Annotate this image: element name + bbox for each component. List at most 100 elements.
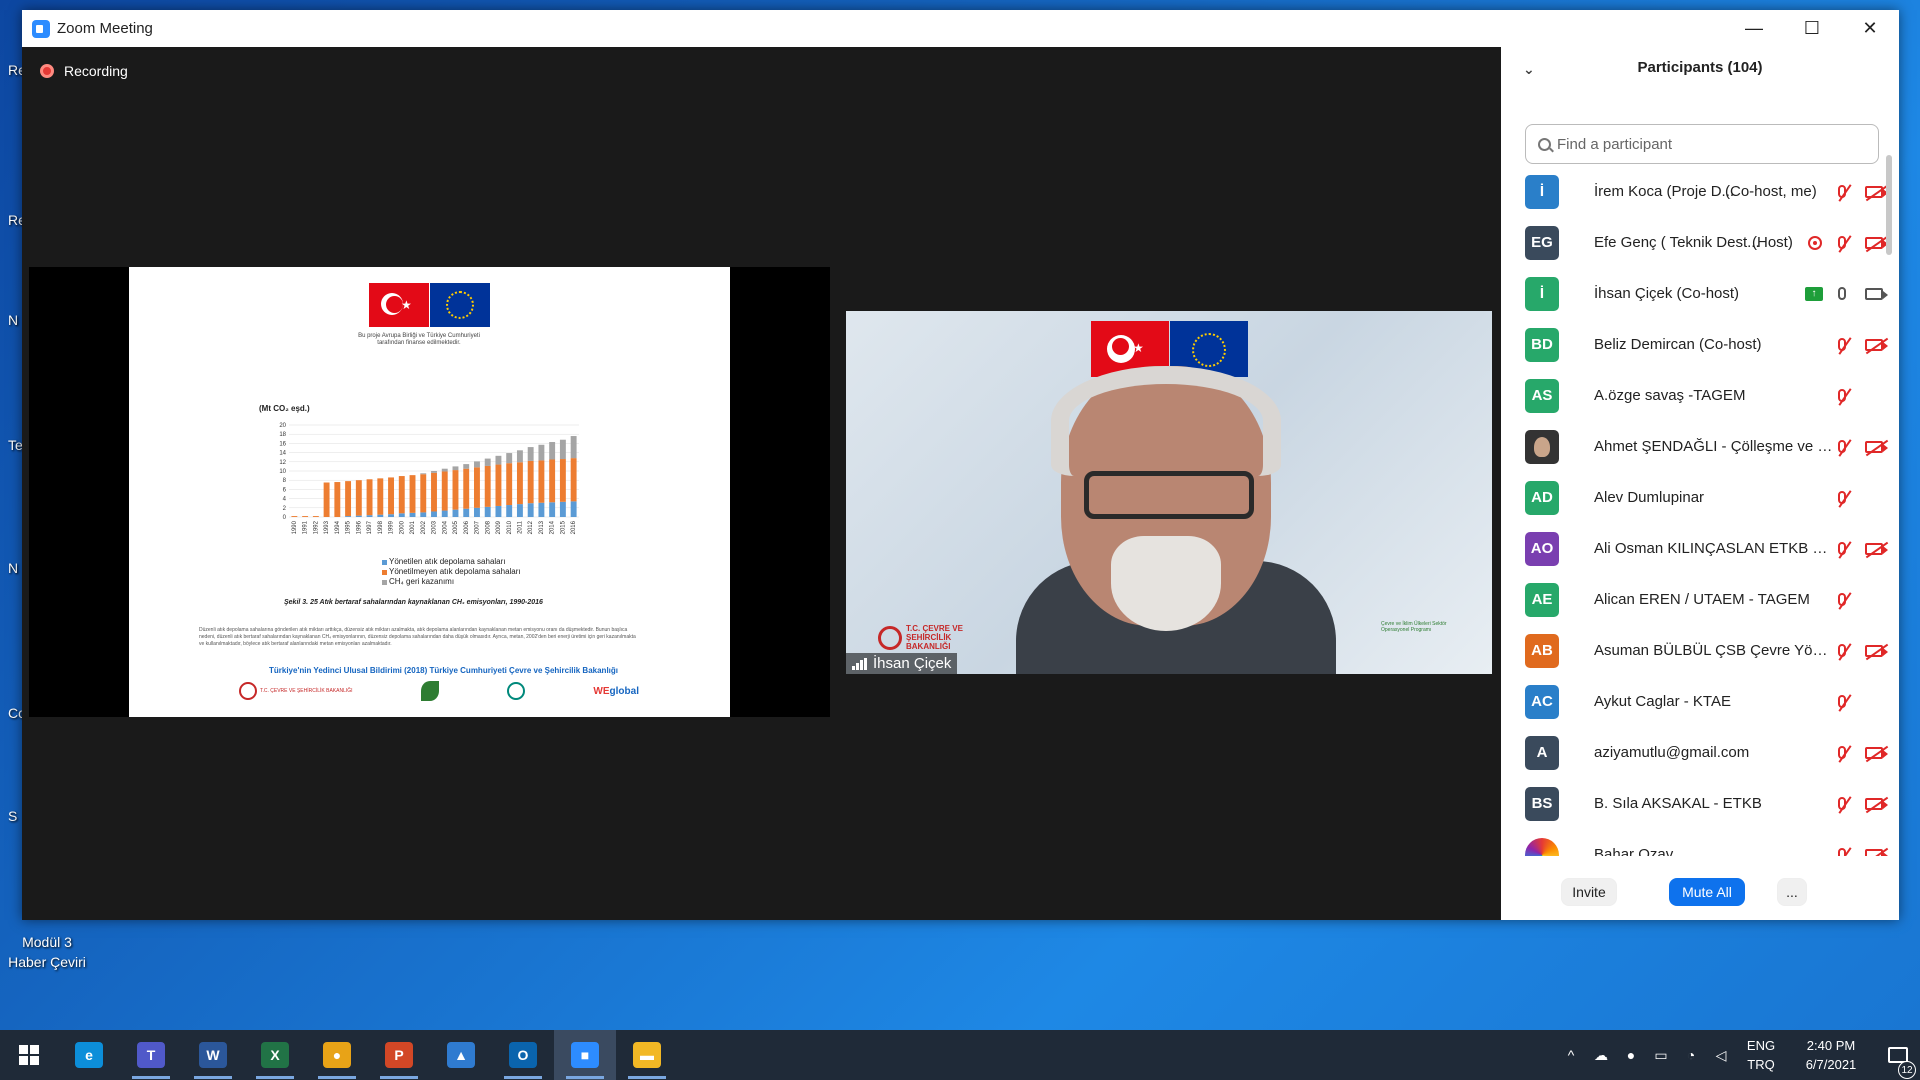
participant-row[interactable]: AC Aykut Caglar - KTAE (1501, 676, 1899, 727)
participants-list[interactable]: İ İrem Koca (Proje D... (Co-host, me) EG Efe… (1501, 166, 1899, 856)
microphone-muted-icon[interactable] (1834, 437, 1852, 457)
mute-all-button[interactable]: Mute All (1669, 878, 1745, 906)
participant-row[interactable]: İ İhsan Çiçek (Co-host) ↑ (1501, 268, 1899, 319)
chart-bar-segment (559, 459, 566, 502)
camera-icon[interactable] (1862, 284, 1888, 304)
desktop-icon-label[interactable]: Te (8, 437, 23, 453)
onedrive-icon[interactable]: ☁ (1586, 1030, 1616, 1080)
participant-row[interactable]: Bahar Ozav (1501, 829, 1899, 856)
chevron-down-icon[interactable]: ⌄ (1523, 61, 1535, 78)
ministry-logo: T.C. ÇEVRE VE ŞEHİRCİLİK BAKANLIĞI (239, 682, 353, 700)
search-input[interactable] (1557, 135, 1857, 153)
language-indicator[interactable]: ENG TRQ (1736, 1036, 1786, 1074)
participant-row[interactable]: Ahmet ŞENDAĞLI - Çölleşme ve E... (1501, 421, 1899, 472)
x-tick-label: 2004 (442, 520, 448, 534)
microphone-muted-icon[interactable] (1834, 182, 1852, 202)
participant-row[interactable]: EG Efe Genç ( Teknik Dest... (Host) (1501, 217, 1899, 268)
taskbar-word[interactable]: W (182, 1030, 244, 1080)
window-titlebar[interactable]: Zoom Meeting — ☐ ✕ (22, 10, 1899, 47)
taskbar-explorer[interactable]: ▬ (616, 1030, 678, 1080)
participants-panel: ⌄ Participants (104) İİrem Koca (Proje D… (1501, 47, 1899, 920)
invite-button[interactable]: Invite (1561, 878, 1617, 906)
chart-bar-segment (366, 515, 373, 517)
microphone-icon[interactable] (1834, 284, 1850, 304)
participants-scrollbar[interactable] (1886, 155, 1892, 255)
chart-bar-segment (345, 516, 352, 517)
taskbar-edge[interactable]: e (58, 1030, 120, 1080)
participant-row[interactable]: Aaziyamutlu@gmail.com (1501, 727, 1899, 778)
desktop-icon-label[interactable]: N (8, 312, 18, 328)
speaker-beard (1111, 536, 1221, 631)
clock-date: 6/7/2021 (1805, 1057, 1857, 1072)
x-tick-label: 2016 (571, 520, 577, 534)
microphone-muted-icon[interactable] (1834, 539, 1852, 559)
chart-bar-segment (484, 458, 491, 466)
camera-off-icon[interactable] (1862, 335, 1889, 355)
legend-label: Yönetilen atık depolama sahaları (389, 557, 506, 566)
participant-row[interactable]: AS A.özge savaş -TAGEM (1501, 370, 1899, 421)
microphone-muted-icon[interactable] (1834, 488, 1852, 508)
maximize-button[interactable]: ☐ (1783, 10, 1841, 47)
legend-swatch (382, 559, 387, 565)
y-tick-label: 2 (283, 506, 287, 512)
participant-row[interactable]: AB Asuman BÜLBÜL ÇSB Çevre Yöne... (1501, 625, 1899, 676)
battery-icon[interactable]: ▭ (1646, 1030, 1676, 1080)
taskbar-zoom[interactable]: ■ (554, 1030, 616, 1080)
participant-row[interactable]: İ İrem Koca (Proje D... (Co-host, me) (1501, 166, 1899, 217)
recording-indicator[interactable]: Recording (40, 63, 128, 79)
chevron-up-icon[interactable]: ^ (1556, 1030, 1586, 1080)
microphone-muted-icon[interactable] (1834, 590, 1852, 610)
desktop-icon-modul3[interactable]: Modül 3 Haber Çeviri (2, 932, 92, 972)
legend-entry: Yönetilmeyen atık depolama sahaları (382, 567, 521, 577)
camera-off-icon[interactable] (1862, 437, 1889, 457)
taskbar-photos[interactable]: ▲ (430, 1030, 492, 1080)
program-logo: Çevre ve İklim Ülkeleri Sektör Operasyon… (1381, 621, 1447, 633)
camera-off-icon[interactable] (1862, 539, 1889, 559)
avatar (1525, 837, 1559, 856)
camera-off-icon[interactable] (1862, 743, 1889, 763)
wifi-icon[interactable]: ◔ (1676, 1030, 1706, 1080)
minimize-button[interactable]: — (1725, 10, 1783, 47)
notifications-button[interactable]: 12 (1876, 1047, 1920, 1079)
taskbar-powerpoint[interactable]: P (368, 1030, 430, 1080)
camera-off-icon[interactable] (1862, 845, 1889, 856)
microphone-muted-icon[interactable] (1834, 386, 1852, 406)
camera-off-icon[interactable] (1862, 794, 1889, 814)
volume-icon[interactable]: ◁ (1706, 1030, 1736, 1080)
microphone-muted-icon[interactable] (1834, 692, 1852, 712)
microphone-muted-icon[interactable] (1834, 794, 1852, 814)
windows-start-icon[interactable] (0, 1030, 58, 1080)
desktop-icon-label[interactable]: N (8, 560, 18, 576)
close-button[interactable]: ✕ (1841, 10, 1899, 47)
participant-row[interactable]: BS B. Sıla AKSAKAL - ETKB (1501, 778, 1899, 829)
microphone-muted-icon[interactable] (1834, 335, 1852, 355)
taskbar-excel[interactable]: X (244, 1030, 306, 1080)
participant-row[interactable]: AO Ali Osman KILINÇASLAN ETKB Uz... (1501, 523, 1899, 574)
camera-off-icon[interactable] (1862, 182, 1889, 202)
shared-screen[interactable]: ★ Bu proje Avrupa Birliği ve Türkiye Cum… (29, 267, 830, 717)
participant-row[interactable]: AE Alican EREN / UTAEM - TAGEM (1501, 574, 1899, 625)
taskbar-teams[interactable]: T (120, 1030, 182, 1080)
x-tick-label: 2012 (528, 520, 534, 534)
chart-bar-segment (474, 461, 480, 468)
microphone-muted-icon[interactable] (1834, 641, 1852, 661)
taskbar-chrome[interactable]: ● (306, 1030, 368, 1080)
microphone-muted-icon[interactable] (1834, 233, 1852, 253)
desktop-icon-label[interactable]: S (8, 808, 17, 824)
clock[interactable]: 2:40 PM 6/7/2021 (1786, 1036, 1876, 1074)
taskbar-outlook[interactable]: O (492, 1030, 554, 1080)
camera-off-icon[interactable] (1862, 233, 1889, 253)
microphone-muted-icon[interactable] (1834, 845, 1852, 856)
more-options-button[interactable]: ... (1777, 878, 1807, 906)
chart-bar-segment (323, 482, 330, 517)
chart-bar-segment (431, 511, 437, 517)
teams-icon: T (137, 1042, 165, 1068)
speaker-video[interactable]: ★ T.C. ÇEVRE VE ŞEHİRCİLİK BAKANLIĞI Çev… (846, 311, 1492, 674)
microphone-icon[interactable]: ● (1616, 1030, 1646, 1080)
participant-row[interactable]: BD Beliz Demircan (Co-host) (1501, 319, 1899, 370)
participant-row[interactable]: AD Alev Dumlupinar (1501, 472, 1899, 523)
camera-off-icon[interactable] (1862, 641, 1889, 661)
microphone-muted-icon[interactable] (1834, 743, 1852, 763)
participant-search[interactable] (1525, 124, 1879, 164)
weglobal-logo-suffix: global (609, 685, 639, 697)
